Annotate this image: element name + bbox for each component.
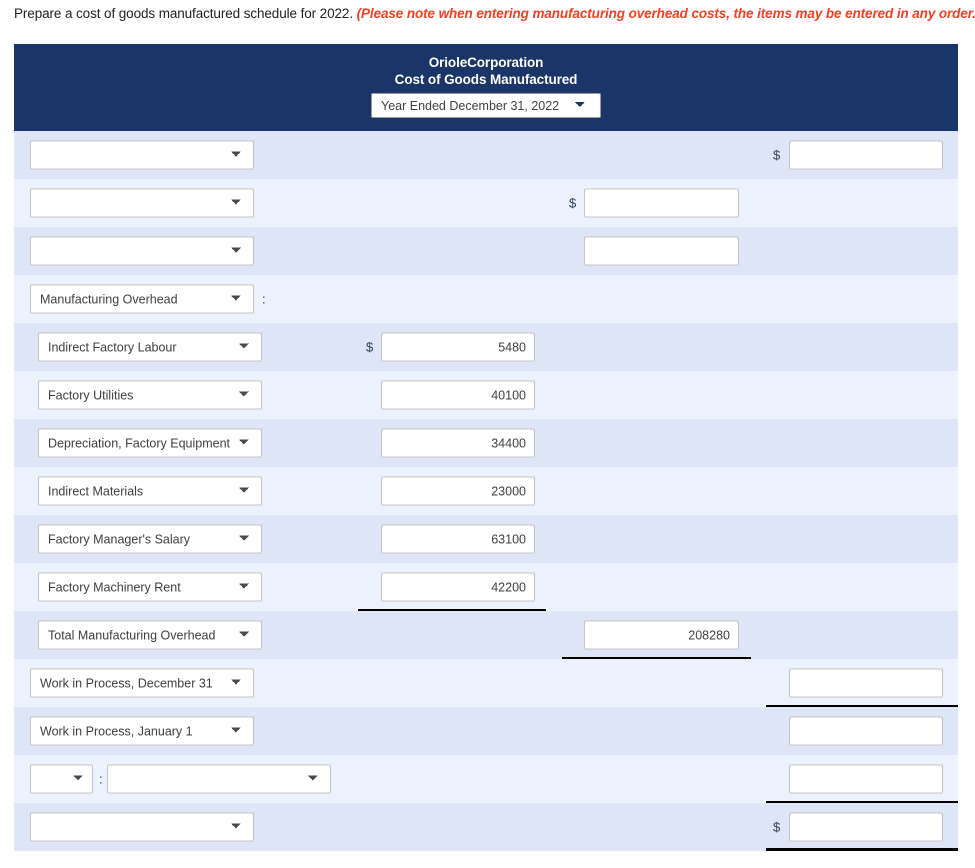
table-row: Factory Utilities bbox=[14, 371, 958, 419]
row-account-select[interactable]: Factory Utilities bbox=[38, 380, 262, 410]
amount-input[interactable] bbox=[789, 668, 943, 698]
amount-input[interactable] bbox=[584, 188, 739, 218]
subtotal-rule bbox=[766, 848, 958, 851]
row-account-select[interactable] bbox=[30, 188, 254, 218]
instruction-note: (Please note when entering manufacturing… bbox=[356, 6, 975, 21]
table-row: Manufacturing Overhead: bbox=[14, 275, 958, 323]
period-select-wrap: Year Ended December 31, 2022 bbox=[14, 93, 958, 118]
currency-symbol: $ bbox=[569, 195, 577, 211]
amount-input[interactable] bbox=[381, 476, 535, 506]
amount-input[interactable] bbox=[381, 572, 535, 602]
row-account-select[interactable]: Depreciation, Factory Equipment bbox=[38, 428, 262, 458]
statement-header: OrioleCorporation Cost of Goods Manufact… bbox=[14, 44, 958, 131]
amount-input[interactable] bbox=[381, 428, 535, 458]
amount-input[interactable] bbox=[381, 332, 535, 362]
company-name: OrioleCorporation bbox=[428, 55, 544, 70]
table-row: Total Manufacturing Overhead bbox=[14, 611, 958, 659]
table-row: Indirect Materials bbox=[14, 467, 958, 515]
row-account-select[interactable]: Factory Manager's Salary bbox=[38, 524, 262, 554]
row-account-select[interactable]: Factory Machinery Rent bbox=[38, 572, 262, 602]
row-colon: : bbox=[262, 291, 266, 307]
cogm-statement: OrioleCorporation Cost of Goods Manufact… bbox=[14, 44, 958, 851]
table-row: Indirect Factory Labour $ bbox=[14, 323, 958, 371]
currency-symbol: $ bbox=[773, 819, 781, 835]
worksheet-page: Prepare a cost of goods manufactured sch… bbox=[0, 0, 975, 868]
amount-input[interactable] bbox=[789, 764, 943, 794]
table-row: Work in Process, January 1 bbox=[14, 707, 958, 755]
table-row bbox=[14, 227, 958, 275]
statement-title: Cost of Goods Manufactured bbox=[394, 72, 578, 87]
table-row: $ bbox=[14, 803, 958, 851]
row-colon: : bbox=[99, 771, 103, 787]
instruction-main: Prepare a cost of goods manufactured sch… bbox=[14, 6, 353, 21]
amount-input[interactable] bbox=[381, 380, 535, 410]
row-account-select[interactable]: Work in Process, December 31 bbox=[30, 668, 254, 698]
row-account-select[interactable] bbox=[30, 140, 254, 170]
row-account-select[interactable] bbox=[107, 764, 331, 794]
table-row: $ bbox=[14, 179, 958, 227]
amount-input[interactable] bbox=[381, 524, 535, 554]
table-row: Factory Manager's Salary bbox=[14, 515, 958, 563]
instruction-text: Prepare a cost of goods manufactured sch… bbox=[14, 6, 975, 21]
row-account-select[interactable]: Indirect Materials bbox=[38, 476, 262, 506]
row-account-select[interactable]: Manufacturing Overhead bbox=[30, 284, 254, 314]
row-account-select[interactable]: Total Manufacturing Overhead bbox=[38, 620, 262, 650]
row-account-select[interactable] bbox=[30, 236, 254, 266]
statement-rows: $ $ Manufacturing Overhead: Indirect Factor… bbox=[14, 131, 958, 851]
table-row: Work in Process, December 31 bbox=[14, 659, 958, 707]
row-account-select[interactable]: Work in Process, January 1 bbox=[30, 716, 254, 746]
table-row: Factory Machinery Rent bbox=[14, 563, 958, 611]
amount-input[interactable] bbox=[789, 140, 943, 170]
row-account-select[interactable] bbox=[30, 812, 254, 842]
table-row: $ bbox=[14, 131, 958, 179]
amount-input[interactable] bbox=[789, 716, 943, 746]
currency-symbol: $ bbox=[366, 339, 374, 355]
amount-input[interactable] bbox=[584, 236, 739, 266]
table-row: : bbox=[14, 755, 958, 803]
row-account-select[interactable]: Indirect Factory Labour bbox=[38, 332, 262, 362]
period-select[interactable]: Year Ended December 31, 2022 bbox=[371, 93, 601, 118]
table-row: Depreciation, Factory Equipment bbox=[14, 419, 958, 467]
amount-input[interactable] bbox=[584, 620, 739, 650]
currency-symbol: $ bbox=[773, 147, 781, 163]
amount-input[interactable] bbox=[789, 812, 943, 842]
row-prefix-select[interactable] bbox=[30, 764, 93, 794]
